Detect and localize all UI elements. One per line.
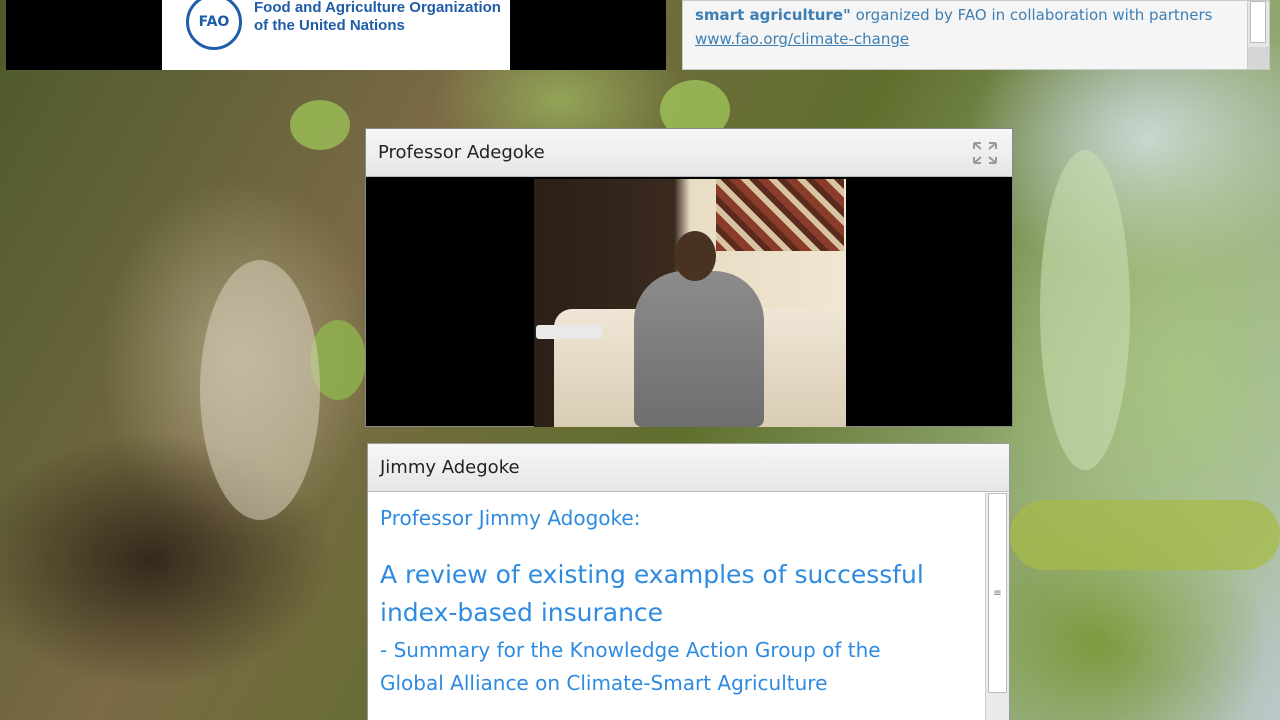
talk-subtitle: - Summary for the Knowledge Action Group… xyxy=(380,638,881,695)
scroll-grip-icon: ≡ xyxy=(993,587,1002,599)
background-leaf-2 xyxy=(1040,150,1130,470)
video-pod-title: Professor Adegoke xyxy=(378,142,545,163)
talk-title: A review of existing examples of success… xyxy=(380,560,924,627)
note-bold-text: smart agriculture" xyxy=(695,6,851,24)
video-side-table xyxy=(536,325,602,339)
fao-emblem-icon: FAO xyxy=(186,0,242,50)
fao-org-name: Food and Agriculture Organization of the… xyxy=(254,0,501,35)
text-pod-title: Jimmy Adegoke xyxy=(380,457,520,478)
fao-org-name-line2: of the United Nations xyxy=(254,17,405,34)
fao-logo: FAO Food and Agriculture Organization of… xyxy=(162,0,510,70)
note-scrollbar[interactable] xyxy=(1247,1,1269,69)
text-pod-content: Professor Jimmy Adogoke: A review of exi… xyxy=(368,492,1009,712)
text-pod-scroll-thumb[interactable]: ≡ xyxy=(988,493,1007,693)
background-leaf-1 xyxy=(200,260,320,520)
note-rest-text: organized by FAO in collaboration with p… xyxy=(850,6,1213,24)
fullscreen-icon[interactable] xyxy=(972,141,998,165)
note-scroll-thumb[interactable] xyxy=(1250,1,1266,43)
climate-change-link[interactable]: www.fao.org/climate-change xyxy=(695,27,1257,51)
video-stream[interactable] xyxy=(534,179,846,427)
text-pod-header: Jimmy Adegoke xyxy=(368,444,1009,492)
video-wall-rug xyxy=(716,179,844,251)
note-scroll-down[interactable] xyxy=(1248,47,1269,69)
video-pod-header: Professor Adegoke xyxy=(366,129,1012,177)
fao-org-name-line1: Food and Agriculture Organization xyxy=(254,0,501,16)
background-stem xyxy=(1010,500,1280,570)
text-pod-scrollbar[interactable]: ≡ xyxy=(985,493,1009,720)
speaker-name: Professor Jimmy Adogoke: xyxy=(380,506,641,530)
background-fruit-2 xyxy=(290,100,350,150)
video-pod: Professor Adegoke xyxy=(365,128,1013,427)
note-text: smart agriculture" organized by FAO in c… xyxy=(695,3,1257,27)
text-pod: Jimmy Adegoke Professor Jimmy Adogoke: A… xyxy=(367,443,1010,720)
video-speaker-body xyxy=(634,271,764,427)
video-speaker-head xyxy=(674,231,716,281)
note-pod: smart agriculture" organized by FAO in c… xyxy=(682,0,1270,70)
